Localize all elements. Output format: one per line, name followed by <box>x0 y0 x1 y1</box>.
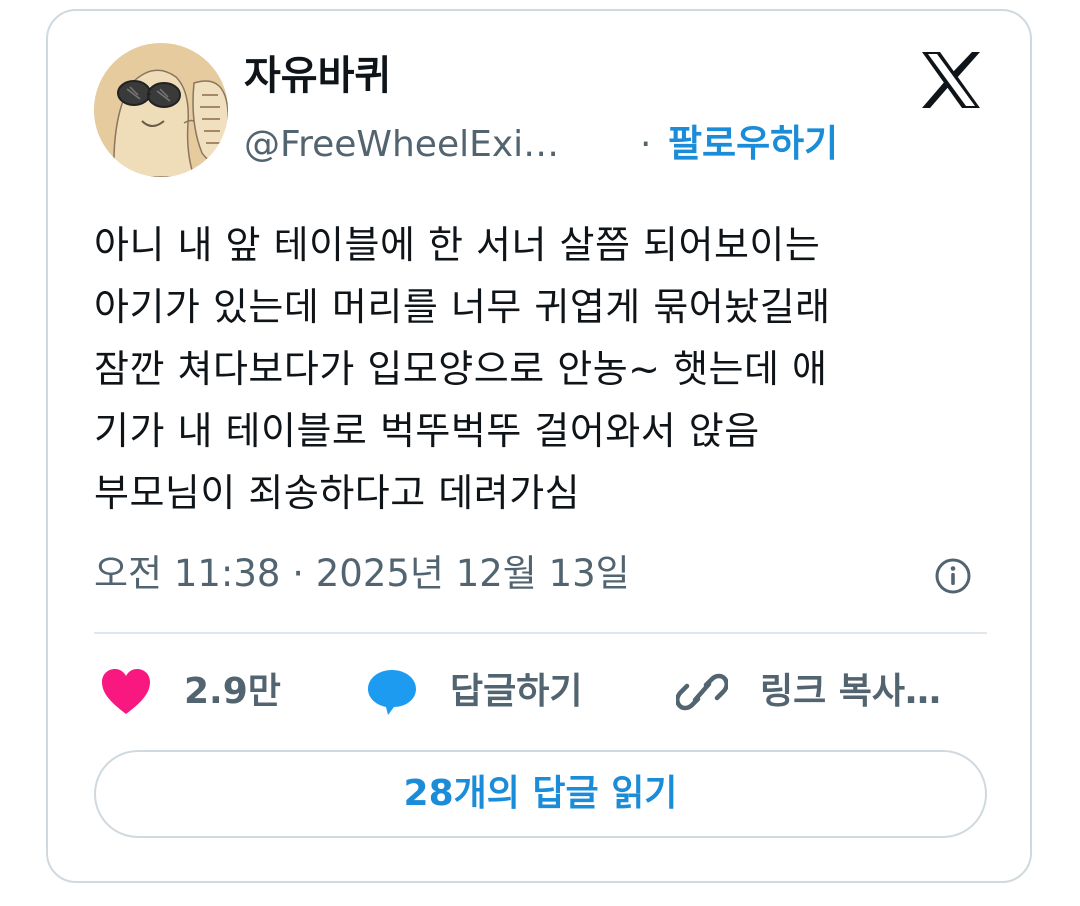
tweet-text: 아니 내 앞 테이블에 한 서너 살쯤 되어보이는 아기가 있는데 머리를 너무… <box>94 214 994 524</box>
tweet-text-line: 잠깐 쳐다보다가 입모양으로 안농~ 햇는데 애 <box>94 347 828 391</box>
tweet-timestamp[interactable]: 오전 11:38 · 2025년 12월 13일 <box>94 546 630 602</box>
tweet-text-line: 아기가 있는데 머리를 너무 귀엽게 묶어놨길래 <box>94 285 831 329</box>
author-avatar[interactable] <box>94 43 228 177</box>
author-display-name[interactable]: 자유바퀴 <box>244 50 391 102</box>
heart-icon <box>100 668 152 716</box>
reply-button[interactable]: 답글하기 <box>366 664 626 720</box>
tweet-text-line: 기가 내 테이블로 벅뚜벅뚜 걸어와서 앉음 <box>94 409 760 453</box>
x-logo-icon[interactable] <box>920 52 982 108</box>
divider <box>94 632 987 634</box>
author-handle[interactable]: @FreeWheelExi… <box>244 120 559 170</box>
copy-link-button[interactable]: 링크 복사… <box>675 664 976 720</box>
like-button[interactable]: 2.9만 <box>100 664 320 720</box>
copy-link-label: 링크 복사… <box>760 671 942 712</box>
tweet-text-line: 부모님이 죄송하다고 데려가심 <box>94 471 581 515</box>
avatar-drawing-icon <box>94 43 228 177</box>
link-icon <box>675 668 729 716</box>
follow-button[interactable]: 팔로우하기 <box>668 118 838 170</box>
tweet-text-line: 아니 내 앞 테이블에 한 서너 살쯤 되어보이는 <box>94 223 821 267</box>
handle-separator: · <box>640 124 652 165</box>
speech-bubble-icon <box>366 668 418 716</box>
read-replies-button[interactable]: 28개의 답글 읽기 <box>94 750 987 838</box>
reply-label: 답글하기 <box>450 671 583 712</box>
info-icon[interactable] <box>933 556 973 596</box>
like-count: 2.9만 <box>184 671 281 712</box>
